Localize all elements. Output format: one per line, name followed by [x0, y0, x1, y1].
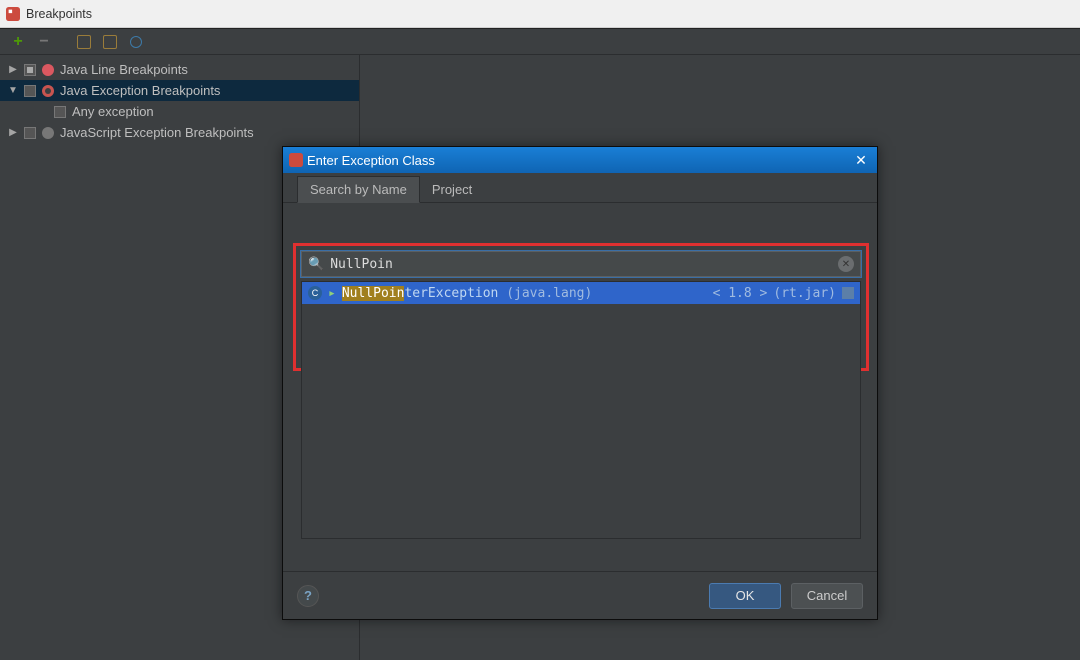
tree-label: Java Line Breakpoints — [60, 62, 188, 77]
dialog-titlebar[interactable]: Enter Exception Class ✕ — [283, 147, 877, 173]
tree-row-js-exception[interactable]: ▶ JavaScript Exception Breakpoints — [0, 122, 359, 143]
search-field-wrap[interactable]: 🔍 ✕ — [301, 251, 861, 277]
tab-project[interactable]: Project — [420, 177, 484, 202]
breakpoint-grey-icon — [42, 127, 54, 139]
breakpoints-toolbar: + − — [0, 29, 1080, 55]
search-icon: 🔍 — [308, 256, 324, 272]
result-text: NullPointerException (java.lang) — [342, 286, 592, 301]
toolbar-icon-2[interactable] — [100, 32, 120, 52]
result-meta: < 1.8 > (rt.jar) — [713, 286, 854, 301]
add-breakpoint-button[interactable]: + — [8, 32, 28, 52]
enter-exception-dialog: Enter Exception Class ✕ Search by Name P… — [282, 146, 878, 620]
breakpoint-red-icon — [42, 64, 54, 76]
dialog-body: Search by Name Project 🔍 ✕ C ▸ NullPoint… — [283, 173, 877, 571]
dialog-footer: ? OK Cancel — [283, 571, 877, 619]
expand-icon[interactable]: ▶ — [8, 127, 18, 138]
tree-row-any-exception[interactable]: Any exception — [0, 101, 359, 122]
breakpoint-exception-icon — [42, 85, 54, 97]
tab-search-by-name[interactable]: Search by Name — [297, 176, 420, 203]
lock-icon: ▸ — [328, 286, 336, 301]
class-icon: C — [308, 286, 322, 300]
tree-label: Any exception — [72, 104, 154, 119]
checkbox[interactable] — [24, 85, 36, 97]
tree-label: JavaScript Exception Breakpoints — [60, 125, 254, 140]
help-button[interactable]: ? — [297, 585, 319, 607]
results-list: C ▸ NullPointerException (java.lang) < 1… — [301, 281, 861, 539]
toolbar-icon-3[interactable] — [126, 32, 146, 52]
dialog-tabs: Search by Name Project — [283, 175, 877, 203]
window-title: Breakpoints — [26, 7, 92, 21]
tree-label: Java Exception Breakpoints — [60, 83, 220, 98]
ok-button[interactable]: OK — [709, 583, 781, 609]
collapse-icon[interactable]: ▼ — [8, 85, 18, 96]
remove-breakpoint-button[interactable]: − — [34, 32, 54, 52]
window-titlebar: Breakpoints — [0, 0, 1080, 28]
jar-icon — [842, 287, 854, 299]
checkbox[interactable] — [24, 127, 36, 139]
tree-row-java-exception[interactable]: ▼ Java Exception Breakpoints — [0, 80, 359, 101]
checkbox[interactable] — [24, 64, 36, 76]
cancel-button[interactable]: Cancel — [791, 583, 863, 609]
checkbox[interactable] — [54, 106, 66, 118]
result-row-nullpointer[interactable]: C ▸ NullPointerException (java.lang) < 1… — [302, 282, 860, 304]
clear-search-icon[interactable]: ✕ — [838, 256, 854, 272]
expand-icon[interactable]: ▶ — [8, 64, 18, 75]
dialog-title: Enter Exception Class — [307, 153, 851, 168]
app-icon — [6, 7, 20, 21]
toolbar-icon-1[interactable] — [74, 32, 94, 52]
close-icon[interactable]: ✕ — [851, 152, 871, 169]
search-input[interactable] — [330, 257, 832, 272]
dialog-icon — [289, 153, 303, 167]
tree-row-java-line[interactable]: ▶ Java Line Breakpoints — [0, 59, 359, 80]
